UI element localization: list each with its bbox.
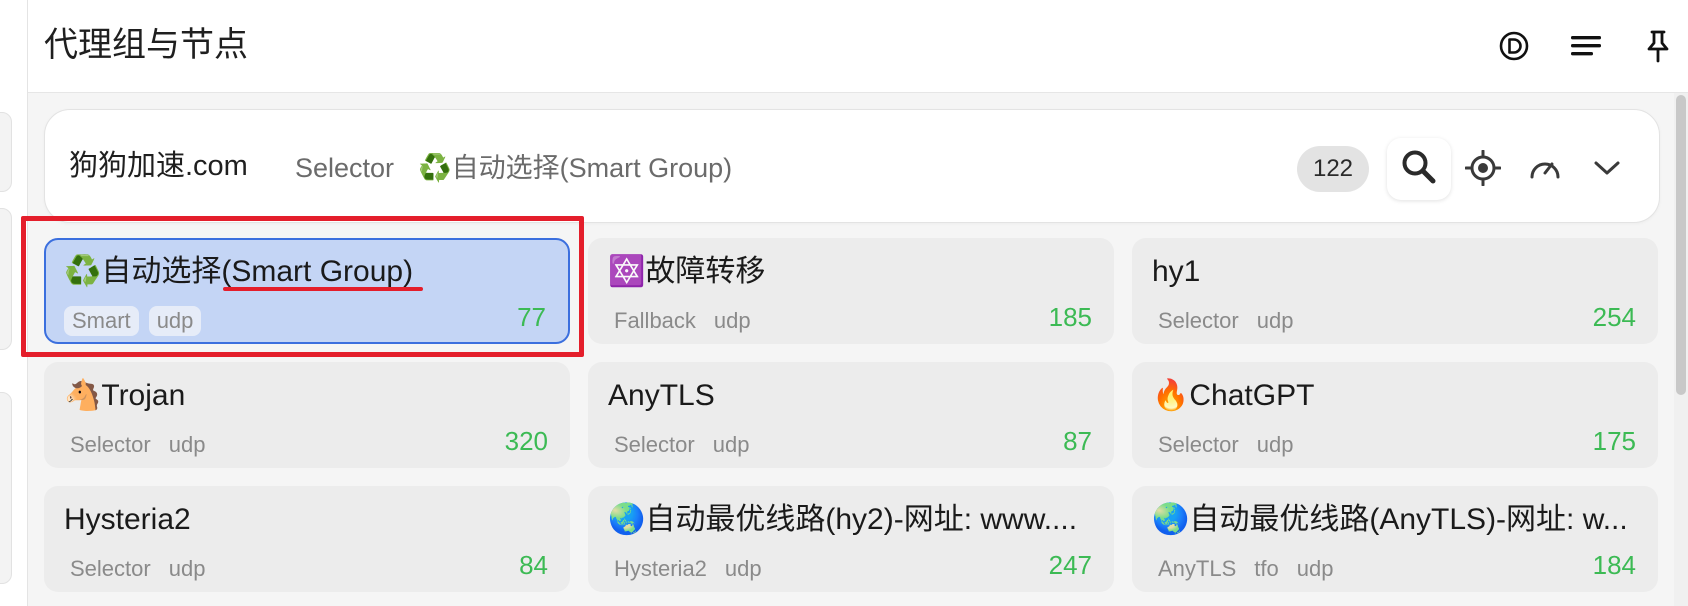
proxy-card[interactable]: hy1 Selector udp 254 <box>1132 238 1658 344</box>
proxy-name: AnyTLS <box>608 379 715 412</box>
proxy-tag: udp <box>1296 556 1334 581</box>
search-button[interactable] <box>1387 138 1451 200</box>
proxy-name: 🌏自动最优线路(hy2)-网址: www.... <box>608 502 1078 537</box>
horse-icon: 🐴 <box>64 378 102 413</box>
proxy-tag: udp <box>1256 308 1294 333</box>
proxy-tag: udp <box>148 306 202 336</box>
proxy-tag: Selector <box>614 432 695 457</box>
proxy-delay[interactable]: 184 <box>1593 548 1636 582</box>
proxy-delay[interactable]: 84 <box>519 548 548 582</box>
proxy-delay[interactable]: 175 <box>1593 424 1636 458</box>
proxy-count-badge: 122 <box>1297 146 1369 192</box>
proxy-tag: tfo <box>1254 556 1279 581</box>
scrollbar[interactable] <box>1674 93 1688 606</box>
proxy-tags: Hysteria2 udp <box>612 554 764 584</box>
group-name: 狗狗加速.com <box>69 150 248 182</box>
star-of-david-icon: 🔯 <box>608 254 646 289</box>
search-icon <box>1400 148 1438 191</box>
proxy-tag: Fallback <box>614 308 696 333</box>
proxy-tag: Selector <box>70 432 151 457</box>
left-sidebar-strip <box>0 0 28 606</box>
proxy-tag: Hysteria2 <box>614 556 707 581</box>
proxy-tag: Selector <box>1158 308 1239 333</box>
proxy-group-header[interactable]: 狗狗加速.com Selector ♻️自动选择(Smart Group) 12… <box>44 109 1660 223</box>
proxy-tags: Selector udp <box>68 554 207 584</box>
proxy-delay[interactable]: 185 <box>1049 300 1092 334</box>
sidebar-card[interactable] <box>0 112 12 192</box>
locate-icon[interactable] <box>1463 148 1503 188</box>
group-type: Selector <box>295 153 395 183</box>
sidebar-card[interactable] <box>0 208 12 350</box>
proxy-name: 🔥ChatGPT <box>1152 378 1315 413</box>
proxy-card[interactable]: Hysteria2 Selector udp 84 <box>44 486 570 592</box>
recycle-icon: ♻️ <box>418 153 452 184</box>
proxy-tag: udp <box>168 432 206 457</box>
proxy-name: ♻️自动选择(Smart Group) <box>64 254 414 289</box>
menu-lines-icon[interactable] <box>1568 28 1604 64</box>
proxy-card[interactable]: AnyTLS Selector udp 87 <box>588 362 1114 468</box>
proxy-name: hy1 <box>1152 255 1201 288</box>
speed-test-icon[interactable] <box>1525 148 1565 188</box>
proxy-delay[interactable]: 87 <box>1063 424 1092 458</box>
proxy-card[interactable]: 🌏自动最优线路(hy2)-网址: www.... Hysteria2 udp 2… <box>588 486 1114 592</box>
proxy-delay[interactable]: 320 <box>505 424 548 458</box>
proxy-tag: udp <box>1256 432 1294 457</box>
proxy-tags: Selector udp <box>612 430 751 460</box>
proxy-tag: Smart <box>64 306 139 336</box>
recycle-icon: ♻️ <box>64 254 102 289</box>
proxy-tags: AnyTLS tfo udp <box>1156 554 1335 584</box>
proxy-tags: Selector udp <box>1156 430 1295 460</box>
pin-icon[interactable] <box>1640 28 1676 64</box>
proxy-card[interactable]: 🐴Trojan Selector udp 320 <box>44 362 570 468</box>
proxy-card[interactable]: 🔯故障转移 Fallback udp 185 <box>588 238 1114 344</box>
panel-header: 代理组与节点 <box>28 0 1688 93</box>
proxy-tags: Selector udp <box>68 430 207 460</box>
proxy-name: 🌏自动最优线路(AnyTLS)-网址: w... <box>1152 502 1628 537</box>
proxy-tags: Selector udp <box>1156 306 1295 336</box>
proxy-tag: udp <box>724 556 762 581</box>
proxy-delay[interactable]: 247 <box>1049 548 1092 582</box>
proxy-tag: Selector <box>70 556 151 581</box>
proxy-tag: udp <box>168 556 206 581</box>
proxy-tags: Smart udp <box>64 306 202 336</box>
proxy-card[interactable]: ♻️自动选择(Smart Group) Smart udp 77 <box>44 238 570 344</box>
group-current-proxy: ♻️自动选择(Smart Group) <box>418 153 733 184</box>
proxy-content-area: 狗狗加速.com Selector ♻️自动选择(Smart Group) 12… <box>28 93 1688 606</box>
proxy-tag: AnyTLS <box>1158 556 1237 581</box>
proxy-tag: Selector <box>1158 432 1239 457</box>
d-circle-icon[interactable] <box>1496 28 1532 64</box>
globe-icon: 🌏 <box>1152 502 1190 537</box>
proxy-tag: udp <box>712 432 750 457</box>
proxy-name: Hysteria2 <box>64 503 191 536</box>
proxy-tag: udp <box>713 308 751 333</box>
proxy-card[interactable]: 🔥ChatGPT Selector udp 175 <box>1132 362 1658 468</box>
proxy-name: 🐴Trojan <box>64 378 186 413</box>
page-title: 代理组与节点 <box>44 26 248 64</box>
fire-icon: 🔥 <box>1152 378 1190 413</box>
proxy-tags: Fallback udp <box>612 306 753 336</box>
scrollbar-thumb[interactable] <box>1676 95 1686 395</box>
proxy-name: 🔯故障转移 <box>608 254 766 289</box>
chevron-down-icon[interactable] <box>1587 148 1627 188</box>
proxy-delay[interactable]: 77 <box>517 300 546 334</box>
proxy-delay[interactable]: 254 <box>1593 300 1636 334</box>
sidebar-card[interactable] <box>0 392 12 584</box>
proxy-card[interactable]: 🌏自动最优线路(AnyTLS)-网址: w... AnyTLS tfo udp … <box>1132 486 1658 592</box>
globe-icon: 🌏 <box>608 502 646 537</box>
